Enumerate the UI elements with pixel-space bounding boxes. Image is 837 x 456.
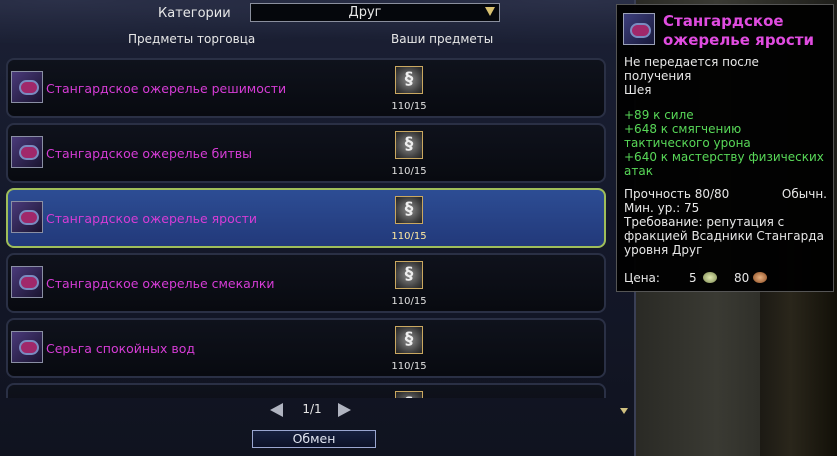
- necklace-icon: [11, 136, 43, 168]
- exchange-button[interactable]: Обмен: [252, 430, 376, 448]
- requirement: уровня Друг: [624, 243, 703, 257]
- price-amount: 80: [734, 271, 750, 285]
- stat-line: +648 к смягчению: [624, 122, 742, 136]
- earring-icon: [11, 331, 43, 363]
- stat-line: атак: [624, 164, 653, 178]
- requirement: Требование: репутация с: [624, 215, 785, 229]
- merchant-items-header: Предметы торговца: [128, 32, 256, 46]
- item-name: Стангардское ожерелье смекалки: [46, 276, 275, 291]
- category-dropdown[interactable]: Друг: [250, 3, 500, 22]
- list-item[interactable]: Стангардское ожерелье решимости 110/15: [6, 58, 606, 118]
- bind-note: Не передается после: [624, 55, 759, 69]
- item-name: Стангардское ожерелье битвы: [46, 146, 252, 161]
- list-item[interactable]: Серьга спокойных вод 110/15: [6, 318, 606, 378]
- durability: Прочность 80/80: [624, 187, 730, 201]
- coin-copper-icon: [753, 272, 767, 283]
- scroll-down-icon[interactable]: [620, 408, 628, 414]
- item-name: Стангардское ожерелье решимости: [46, 81, 287, 96]
- item-tooltip: Стангардское ожерелье ярости Не передает…: [616, 4, 834, 292]
- pager: 1/1: [266, 401, 356, 419]
- min-level: Мин. ур.: 75: [624, 201, 700, 215]
- list-item[interactable]: Стангардское ожерелье битвы 110/15: [6, 123, 606, 183]
- necklace-icon: [623, 13, 655, 45]
- item-cost: 110/15: [391, 166, 427, 177]
- page-number: 1/1: [302, 402, 322, 416]
- category-label: Категории: [158, 6, 231, 21]
- price-amount: 5: [689, 271, 697, 285]
- list-item-partial[interactable]: [6, 383, 606, 398]
- necklace-icon: [11, 71, 43, 103]
- stat-line: +640 к мастерству физических: [624, 150, 824, 164]
- dropdown-arrow-icon[interactable]: [485, 7, 495, 16]
- item-name: Серьга спокойных вод: [46, 341, 196, 356]
- item-cost: 110/15: [391, 361, 427, 372]
- coin-token-icon: [395, 391, 423, 398]
- item-list: Стангардское ожерелье решимости 110/15 С…: [6, 58, 607, 398]
- vendor-window: Категории Друг Предметы торговца Ваши пр…: [0, 0, 636, 456]
- item-cost: 110/15: [391, 231, 427, 242]
- item-name: Стангардское ожерелье ярости: [46, 211, 258, 226]
- necklace-icon: [11, 201, 43, 233]
- list-item[interactable]: Стангардское ожерелье смекалки 110/15: [6, 253, 606, 313]
- requirement: фракцией Всадники Стангарда: [624, 229, 824, 243]
- item-cost: 110/15: [391, 101, 427, 112]
- arrow-right-icon[interactable]: [338, 403, 351, 417]
- coin-token-icon: [395, 326, 423, 354]
- stat-line: +89 к силе: [624, 108, 694, 122]
- tooltip-title: Стангардское ожерелье ярости: [663, 12, 814, 49]
- price-label: Цена:: [624, 271, 660, 285]
- coin-token-icon: [395, 131, 423, 159]
- coin-token-icon: [395, 66, 423, 94]
- list-item-selected[interactable]: Стангардское ожерелье ярости 110/15: [6, 188, 606, 248]
- stat-line: тактического урона: [624, 136, 751, 150]
- coin-token-icon: [395, 261, 423, 289]
- arrow-left-icon[interactable]: [270, 403, 283, 417]
- rarity: Обычн.: [781, 187, 827, 201]
- coin-token-icon: [395, 196, 423, 224]
- coin-silver-icon: [703, 272, 717, 283]
- bind-note: получения: [624, 69, 692, 83]
- your-items-header: Ваши предметы: [391, 32, 494, 46]
- slot: Шея: [624, 83, 652, 97]
- category-value: Друг: [348, 5, 382, 20]
- item-cost: 110/15: [391, 296, 427, 307]
- necklace-icon: [11, 266, 43, 298]
